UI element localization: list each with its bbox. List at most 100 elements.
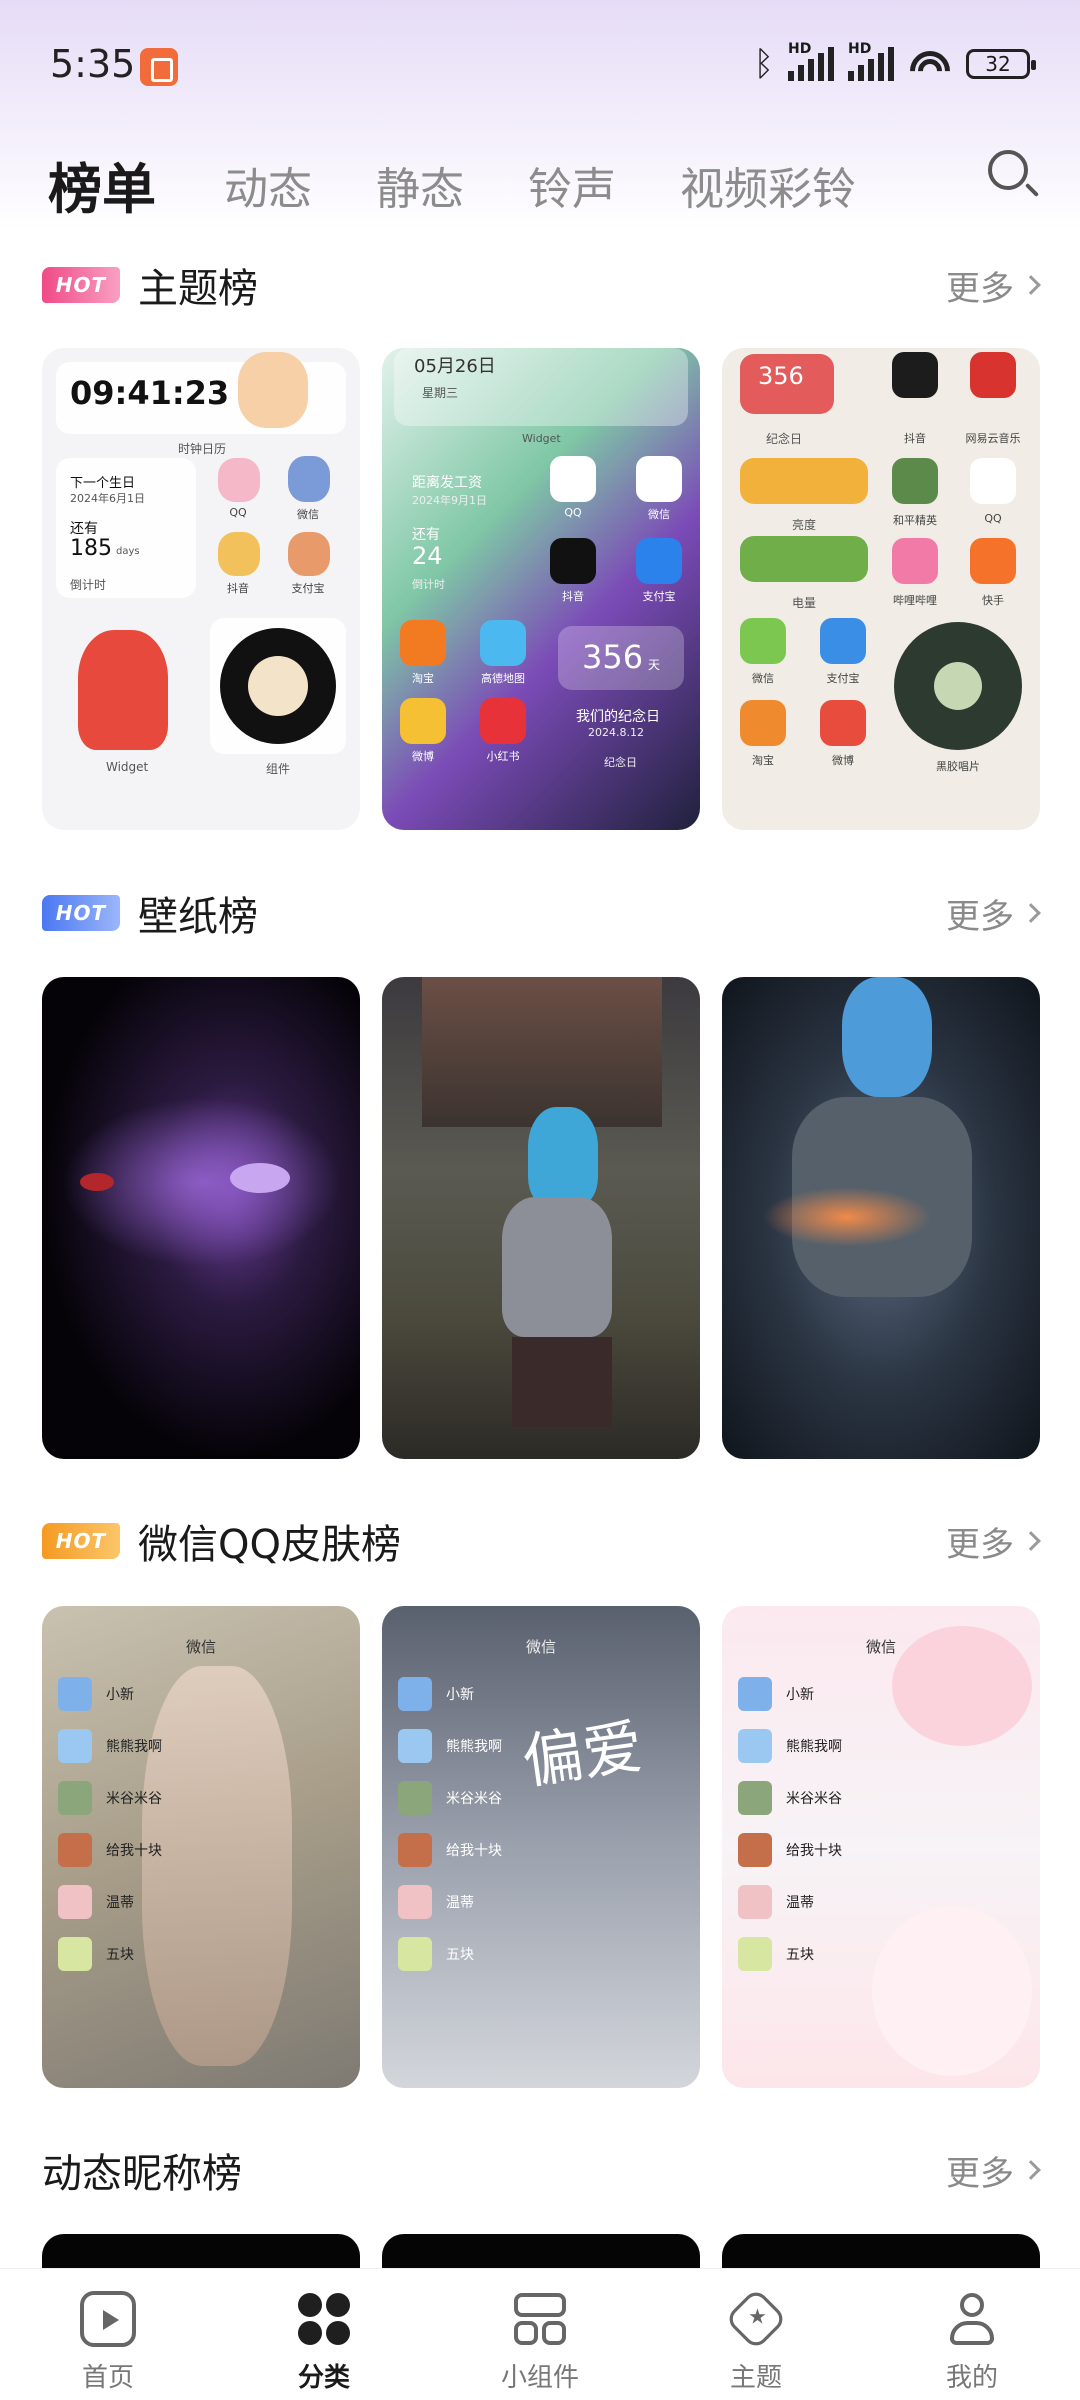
days-unit: days [116, 546, 140, 557]
nav-label: 分类 [297, 2363, 350, 2393]
nav-themes[interactable]: 主题 [648, 2269, 864, 2400]
more-link[interactable]: 更多 [946, 2146, 1041, 2195]
widget-date: 05月26日 [414, 356, 496, 377]
section-title: 微信QQ皮肤榜 [138, 1522, 401, 1568]
avatar [398, 1833, 432, 1867]
app-label: 支付宝 [291, 582, 325, 595]
contact-name: 米谷米谷 [446, 1791, 502, 1807]
chat-header: 微信 [185, 1638, 216, 1656]
app-label: 淘宝 [752, 754, 774, 767]
douyin-icon [550, 538, 596, 584]
app-icon [218, 458, 260, 502]
contact-name: 温蒂 [106, 1895, 134, 1911]
app-label: 支付宝 [826, 672, 860, 685]
tab-static[interactable]: 静态 [376, 160, 464, 220]
nav-label: 主题 [729, 2363, 782, 2393]
search-icon[interactable] [984, 146, 1040, 202]
skin-card[interactable]: 微信 小新 熊熊我啊 米谷米谷 给我十块 温蒂 五块 [722, 1606, 1040, 2088]
section-title: 动态昵称榜 [42, 2151, 242, 2197]
section-nicknames-header: 动态昵称榜 更多 [42, 2140, 1041, 2200]
app-label: 快手 [982, 594, 1004, 607]
section-title: 壁纸榜 [138, 894, 258, 940]
theme-card[interactable]: 09:41:23 时钟日历 下一个生日 2024年6月1日 还有 185 day… [42, 348, 360, 830]
anniv-date: 2024.8.12 [588, 726, 644, 739]
payday-title: 距离发工资 [412, 475, 482, 491]
skin-card[interactable]: 微信 偏爱 小新 熊熊我啊 米谷米谷 给我十块 温蒂 五块 [382, 1606, 700, 2088]
nav-category[interactable]: 分类 [216, 2269, 432, 2400]
wallpaper-cards [42, 977, 1040, 1459]
chevron-right-icon [1021, 1531, 1041, 1551]
chat-row: 熊熊我啊 [738, 1724, 842, 1768]
chevron-right-icon [1021, 903, 1041, 923]
countdown-caption: 倒计时 [70, 578, 107, 592]
more-link[interactable]: 更多 [946, 261, 1041, 310]
bluetooth-icon: ᛒ [753, 44, 774, 84]
vinyl-disc [220, 628, 336, 744]
app-label: 网易云音乐 [965, 432, 1021, 445]
wallpaper-card[interactable] [722, 977, 1040, 1459]
character-body [502, 1197, 612, 1337]
app-label: 抖音 [227, 582, 249, 595]
widget-clock: 09:41:23 [70, 374, 230, 412]
chat-row: 米谷米谷 [738, 1776, 842, 1820]
section-title: 主题榜 [138, 266, 258, 312]
remaining-label: 还有 [412, 527, 440, 543]
nav-label: 首页 [81, 2363, 134, 2393]
app-icon [288, 456, 330, 502]
theme-card[interactable]: 05月26日 星期三 Widget 距离发工资 2024年9月1日 还有 24 … [382, 348, 700, 830]
wallpaper-card[interactable] [42, 977, 360, 1459]
avatar [398, 1729, 432, 1763]
more-link[interactable]: 更多 [946, 889, 1041, 938]
tab-rankings[interactable]: 榜单 [48, 160, 156, 220]
wechat-icon [636, 456, 682, 502]
app-label: QQ [984, 512, 1002, 525]
overlay-text: 偏爱 [518, 1711, 648, 1798]
status-bar: 5:35 ᛒ HD HD 32 [0, 0, 1080, 130]
eye-shape [230, 1163, 290, 1193]
chat-row: 米谷米谷 [58, 1776, 162, 1820]
nav-home[interactable]: 首页 [0, 2269, 216, 2400]
avatar [58, 1833, 92, 1867]
widget-weekday: 星期三 [422, 386, 459, 400]
bilibili-icon [892, 538, 938, 584]
anniv-unit: 天 [648, 658, 661, 672]
widget-label: Widget [522, 432, 561, 445]
person-figure [142, 1666, 292, 2066]
avatar [58, 1729, 92, 1763]
avatar [398, 1937, 432, 1971]
theme-star-icon [724, 2287, 788, 2351]
app-label: 哔哩哔哩 [893, 594, 937, 607]
contact-name: 五块 [446, 1947, 474, 1963]
tab-video-ringtones[interactable]: 视频彩铃 [680, 160, 856, 220]
status-time: 5:35 [50, 42, 136, 86]
weibo-icon [820, 700, 866, 746]
app-label: 亮度 [792, 518, 817, 532]
signal-icon-2: HD [848, 41, 894, 81]
pubg-icon [892, 458, 938, 504]
nav-profile[interactable]: 我的 [864, 2269, 1080, 2400]
character-hair [528, 1107, 598, 1207]
kuaishou-icon [970, 538, 1016, 584]
app-label: 微信 [752, 672, 774, 685]
tab-dynamic[interactable]: 动态 [224, 160, 312, 220]
signal-hd-label-2: HD [848, 41, 872, 57]
remaining-label: 还有 [70, 521, 98, 537]
bottom-nav: 首页 分类 小组件 主题 我的 [0, 2268, 1080, 2400]
skin-card[interactable]: 微信 小新 熊熊我啊 米谷米谷 给我十块 温蒂 五块 [42, 1606, 360, 2088]
amap-icon [480, 620, 526, 666]
app-label: 小红书 [486, 750, 520, 763]
theme-card[interactable]: 356 纪念日 抖音 网易云音乐 亮度 和平精英 QQ 电量 哔哩哔哩 快手 微… [722, 348, 1040, 830]
app-icon [288, 532, 330, 576]
chat-row: 小新 [58, 1672, 134, 1716]
more-label: 更多 [946, 1524, 1014, 1565]
chat-row: 小新 [738, 1672, 814, 1716]
nav-widgets[interactable]: 小组件 [432, 2269, 648, 2400]
tab-ringtones[interactable]: 铃声 [528, 160, 616, 220]
more-label: 更多 [946, 2153, 1014, 2194]
more-link[interactable]: 更多 [946, 1517, 1041, 1566]
avatar [58, 1937, 92, 1971]
wechat-icon [740, 618, 786, 664]
section-skins-header: HOT 微信QQ皮肤榜 更多 [42, 1511, 1041, 1571]
wallpaper-card[interactable] [382, 977, 700, 1459]
eye-shape [80, 1173, 114, 1191]
